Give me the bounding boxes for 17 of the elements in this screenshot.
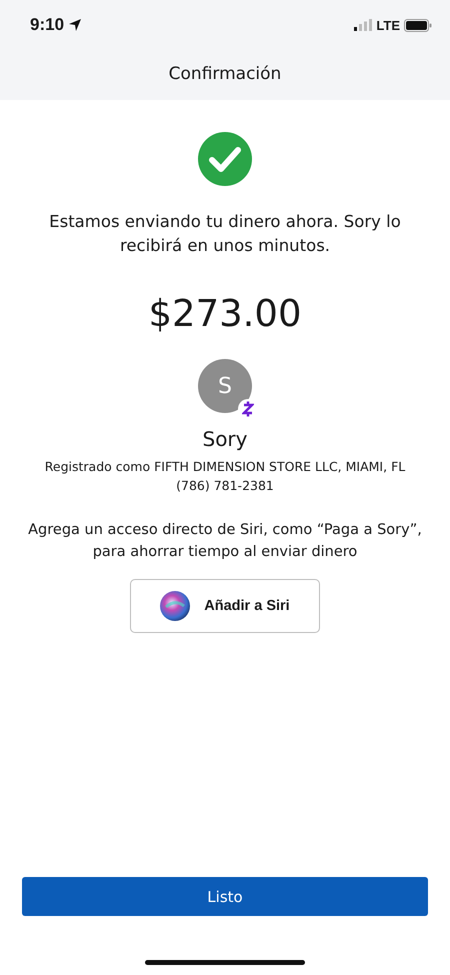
- payment-badge-icon: [242, 401, 254, 417]
- signal-icon: [354, 19, 372, 31]
- status-time: 9:10: [30, 15, 64, 35]
- registered-name: Registrado como FIFTH DIMENSION STORE LLC, MIAMI, FL: [44, 459, 406, 474]
- done-button[interactable]: Listo: [22, 877, 428, 916]
- battery-icon: [404, 18, 432, 32]
- siri-description: Agrega un acceso directo de Siri, como “Paga a Sory”, para ahorrar tiempo al enviar dinero: [27, 521, 423, 562]
- confirmation-message: Estamos enviando tu dinero ahora. Sory lo recibirá en unos minutos.: [48, 211, 402, 257]
- recipient-name: Sory: [202, 427, 248, 451]
- siri-orb-icon: [160, 591, 190, 621]
- network-label: LTE: [376, 18, 400, 32]
- amount-text: $273.00: [148, 292, 302, 335]
- phone-number: (786) 781-2381: [176, 478, 274, 493]
- check-circle-icon: [198, 132, 252, 186]
- add-to-siri-button[interactable]: Añadir a Siri: [130, 579, 320, 633]
- location-arrow-icon: [68, 18, 82, 32]
- screen-title: Confirmación: [168, 64, 282, 86]
